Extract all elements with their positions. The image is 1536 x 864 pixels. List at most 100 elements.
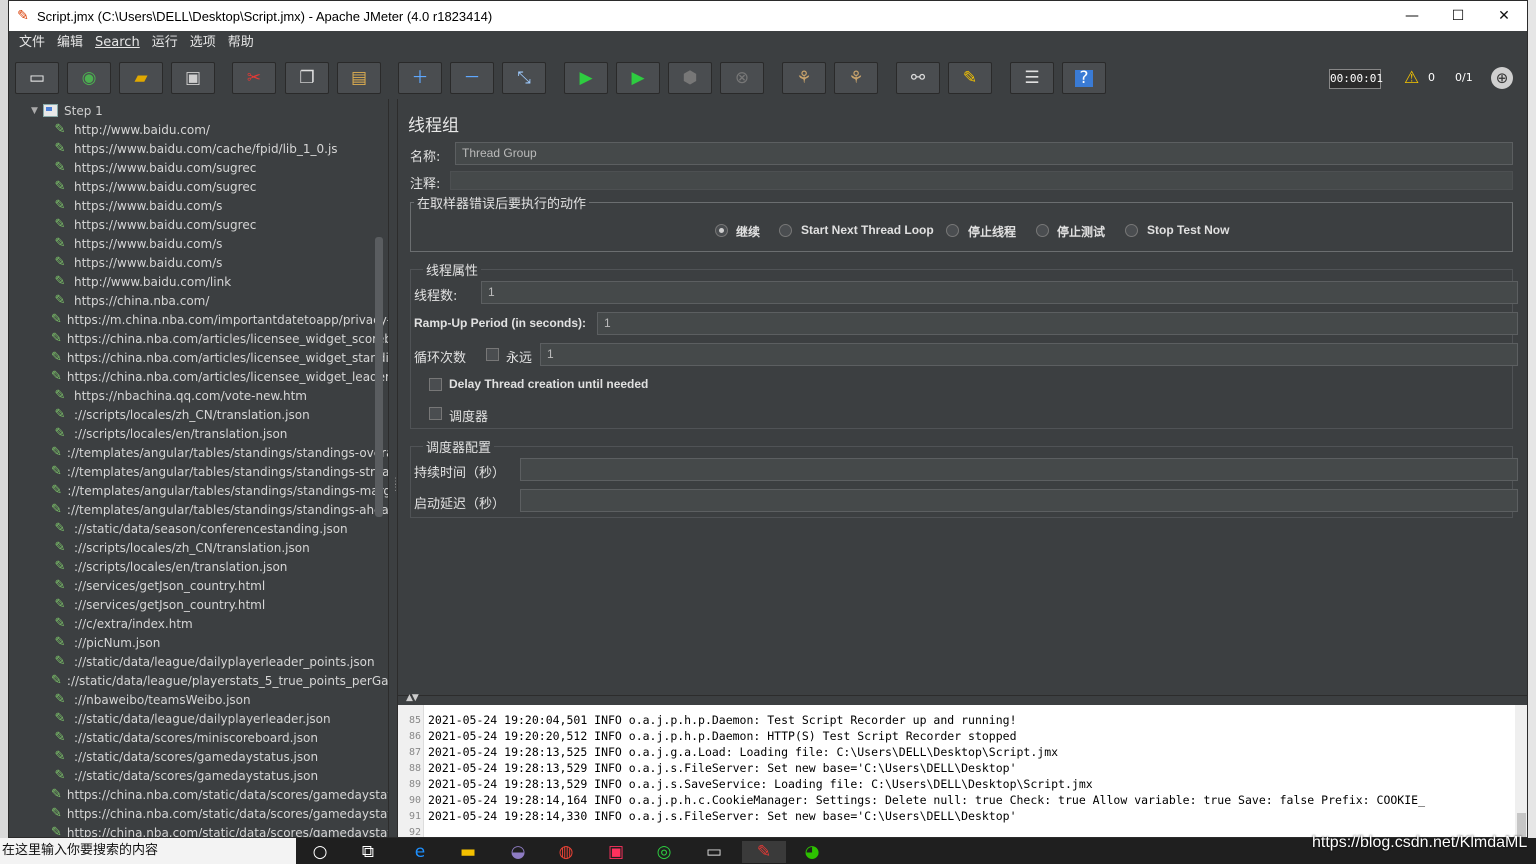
close-button[interactable]: ✕: [1481, 1, 1527, 31]
tree-item[interactable]: ✎://static/data/scores/gamedaystatus.jso…: [51, 766, 388, 785]
radio-continue[interactable]: [715, 224, 728, 237]
tree-item[interactable]: ✎ https://www.baidu.com/cache/fpid/lib_1_…: [51, 139, 388, 158]
tree-root-node[interactable]: ▼ Step 1: [31, 101, 103, 120]
radio-stop-thread-label[interactable]: 停止线程: [968, 223, 1016, 240]
scheduler-label[interactable]: 调度器: [449, 406, 488, 425]
tree-item[interactable]: ✎://scripts/locales/zh_CN/translation.js…: [51, 405, 388, 424]
tree-item[interactable]: ✎://scripts/locales/en/translation.json: [51, 557, 388, 576]
tree-item[interactable]: ✎://nbaweibo/teamsWeibo.json: [51, 690, 388, 709]
shutdown-button[interactable]: ⊗: [720, 62, 764, 94]
menu-run[interactable]: 运行: [146, 32, 184, 54]
warning-icon[interactable]: ⚠: [1404, 68, 1419, 88]
log-scrollbar[interactable]: [1515, 705, 1527, 837]
tree-item[interactable]: ✎://templates/angular/tables/standings/s…: [51, 481, 388, 500]
radio-stop-test-label[interactable]: 停止测试: [1057, 223, 1105, 240]
tree-item[interactable]: ✎ https://www.baidu.com/s: [51, 253, 388, 272]
tree-item[interactable]: ✎ https://china.nba.com/static/data/score…: [51, 785, 388, 804]
help-button[interactable]: ?: [1062, 62, 1106, 94]
log-divider[interactable]: ▲▼: [398, 693, 1527, 705]
chrome-icon[interactable]: ◍: [552, 841, 580, 863]
radio-stop-test[interactable]: [1036, 224, 1049, 237]
tree-item[interactable]: ✎://picNum.json: [51, 633, 388, 652]
menu-search[interactable]: Search: [89, 32, 146, 54]
collapse-button[interactable]: －: [450, 62, 494, 94]
loop-count-field[interactable]: 1: [540, 343, 1518, 366]
search-button[interactable]: ⚯: [896, 62, 940, 94]
forever-label[interactable]: 永远: [506, 347, 532, 366]
radio-continue-label[interactable]: 继续: [736, 223, 760, 240]
tree-item[interactable]: ✎://scripts/locales/zh_CN/translation.js…: [51, 538, 388, 557]
maximize-button[interactable]: ☐: [1435, 1, 1481, 31]
duration-field[interactable]: [520, 458, 1518, 481]
terminal-icon[interactable]: ▭: [700, 841, 728, 863]
menu-help[interactable]: 帮助: [222, 32, 260, 54]
start-no-pause-button[interactable]: ▶: [616, 62, 660, 94]
tree-item[interactable]: ✎ https://www.baidu.com/s: [51, 234, 388, 253]
rampup-field[interactable]: 1: [597, 312, 1518, 335]
tree-item[interactable]: ✎://c/extra/index.htm: [51, 614, 388, 633]
tree-item[interactable]: ✎ https://china.nba.com/static/data/score…: [51, 823, 388, 837]
tree-item[interactable]: ✎://services/getJson_country.html: [51, 576, 388, 595]
stop-button[interactable]: ⬢: [668, 62, 712, 94]
app-icon[interactable]: ◎: [650, 841, 678, 863]
tree-item[interactable]: ✎ https://www.baidu.com/sugrec: [51, 215, 388, 234]
clear-button[interactable]: ⚘: [782, 62, 826, 94]
menu-edit[interactable]: 编辑: [51, 32, 89, 54]
tree-item[interactable]: ✎ https://china.nba.com/static/data/score…: [51, 804, 388, 823]
tree-item[interactable]: ✎ https://m.china.nba.com/importantdateto…: [51, 310, 388, 329]
radio-stop-thread[interactable]: [946, 224, 959, 237]
tree-item[interactable]: ✎://static/data/scores/gamedaystatus.jso…: [51, 747, 388, 766]
tree-item[interactable]: ✎://scripts/locales/en/translation.json: [51, 424, 388, 443]
start-button[interactable]: ▶: [564, 62, 608, 94]
radio-stop-test-now[interactable]: [1125, 224, 1138, 237]
tree-item[interactable]: ✎ https://www.baidu.com/sugrec: [51, 158, 388, 177]
panel-splitter[interactable]: ⋮ ⋮: [388, 99, 400, 837]
expand-button[interactable]: ＋: [398, 62, 442, 94]
forever-checkbox[interactable]: [486, 348, 499, 361]
open-button[interactable]: ▰: [119, 62, 163, 94]
tree-item[interactable]: ✎ http://www.baidu.com/: [51, 120, 388, 139]
radio-stop-test-now-label[interactable]: Stop Test Now: [1147, 223, 1229, 237]
templates-button[interactable]: ◉: [67, 62, 111, 94]
paste-button[interactable]: ▤: [337, 62, 381, 94]
startup-delay-field[interactable]: [520, 489, 1518, 512]
scheduler-checkbox[interactable]: [429, 407, 442, 420]
tree-item[interactable]: ✎://templates/angular/tables/standings/s…: [51, 462, 388, 481]
tree-item[interactable]: ✎://templates/angular/tables/standings/s…: [51, 443, 388, 462]
delay-thread-label[interactable]: Delay Thread creation until needed: [449, 377, 648, 391]
tree-scrollbar[interactable]: [375, 237, 383, 517]
new-button[interactable]: ▭: [15, 62, 59, 94]
cut-button[interactable]: ✂: [232, 62, 276, 94]
menu-options[interactable]: 选项: [184, 32, 222, 54]
intellij-icon[interactable]: ▣: [602, 841, 630, 863]
tree-item[interactable]: ✎ https://china.nba.com/articles/licensee…: [51, 348, 388, 367]
tree-item[interactable]: ✎://static/data/season/conferencestandin…: [51, 519, 388, 538]
delay-thread-checkbox[interactable]: [429, 378, 442, 391]
reset-search-button[interactable]: ✎: [948, 62, 992, 94]
tree-item[interactable]: ✎ https://china.nba.com/articles/licensee…: [51, 329, 388, 348]
wechat-icon[interactable]: ◕: [798, 841, 826, 863]
eclipse-icon[interactable]: ◒: [504, 841, 532, 863]
tree-item[interactable]: ✎ https://www.baidu.com/s: [51, 196, 388, 215]
radio-start-next-loop-label[interactable]: Start Next Thread Loop: [801, 223, 934, 237]
tree-item[interactable]: ✎://static/data/scores/miniscoreboard.js…: [51, 728, 388, 747]
collapse-arrow-icon[interactable]: ▼: [31, 106, 43, 116]
file-explorer-icon[interactable]: ▬: [454, 841, 482, 863]
save-button[interactable]: ▣: [171, 62, 215, 94]
minimize-button[interactable]: —: [1389, 1, 1435, 31]
menu-file[interactable]: 文件: [13, 32, 51, 54]
clear-all-button[interactable]: ⚘: [834, 62, 878, 94]
tree-item[interactable]: ✎ https://china.nba.com/articles/licensee…: [51, 367, 388, 386]
tree-item[interactable]: ✎://static/data/league/dailyplayerleader…: [51, 652, 388, 671]
tree-item[interactable]: ✎://templates/angular/tables/standings/s…: [51, 500, 388, 519]
threads-field[interactable]: 1: [481, 281, 1518, 304]
tree-item[interactable]: ✎ http://www.baidu.com/link: [51, 272, 388, 291]
function-helper-button[interactable]: ☰: [1010, 62, 1054, 94]
tree-item[interactable]: ✎ https://china.nba.com/: [51, 291, 388, 310]
tree-item[interactable]: ✎://services/getJson_country.html: [51, 595, 388, 614]
copy-button[interactable]: ❐: [285, 62, 329, 94]
tree-item[interactable]: ✎://static/data/league/playerstats_5_tru…: [51, 671, 388, 690]
cortana-icon[interactable]: ○: [306, 841, 334, 863]
radio-start-next-loop[interactable]: [779, 224, 792, 237]
taskbar-search-box[interactable]: 在这里输入你要搜索的内容: [0, 838, 296, 864]
